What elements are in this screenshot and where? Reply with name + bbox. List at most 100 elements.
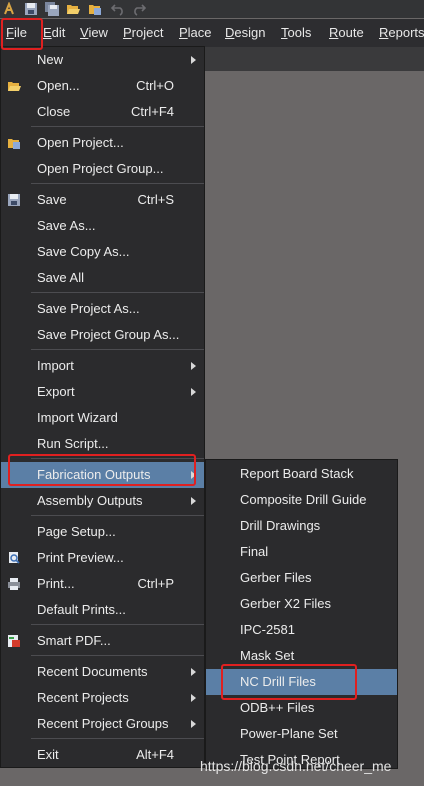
shortcut-label: Ctrl+P xyxy=(137,576,174,591)
save-icon xyxy=(8,194,20,206)
shortcut-label: Ctrl+F4 xyxy=(131,104,174,119)
file-menu: New Open... Ctrl+O Close Ctrl+F4 Open Pr… xyxy=(0,46,205,768)
submenu-item-composite-drill-guide[interactable]: Composite Drill Guide xyxy=(206,487,397,513)
menu-separator xyxy=(31,349,204,350)
open-folder-icon[interactable] xyxy=(66,2,80,16)
menu-item-recent-documents[interactable]: Recent Documents xyxy=(1,659,204,685)
menu-item-open[interactable]: Open... Ctrl+O xyxy=(1,73,204,99)
menu-item-import-wizard[interactable]: Import Wizard xyxy=(1,405,204,431)
menu-item-label: Export xyxy=(37,384,75,399)
menu-separator xyxy=(31,655,204,656)
menu-item-label: Assembly Outputs xyxy=(37,493,143,508)
submenu-item-label: Report Board Stack xyxy=(240,466,354,481)
watermark-text: https://blog.csdn.net/cheer_me xyxy=(200,758,392,774)
menu-place[interactable]: Place xyxy=(179,19,212,47)
menu-item-import[interactable]: Import xyxy=(1,353,204,379)
menu-tools[interactable]: Tools xyxy=(281,19,311,47)
open-project-icon xyxy=(8,139,20,149)
submenu-arrow-icon xyxy=(191,362,196,370)
submenu-item-gerber-files[interactable]: Gerber Files xyxy=(206,565,397,591)
menu-item-label: Import Wizard xyxy=(37,410,118,425)
smart-pdf-icon xyxy=(8,635,20,647)
menu-item-label: Print... xyxy=(37,576,75,591)
submenu-item-label: Power-Plane Set xyxy=(240,726,338,741)
submenu-item-label: Gerber Files xyxy=(240,570,312,585)
menu-item-label: Print Preview... xyxy=(37,550,124,565)
menu-item-label: Save xyxy=(37,192,67,207)
menu-separator xyxy=(31,738,204,739)
submenu-item-label: Gerber X2 Files xyxy=(240,596,332,611)
menu-edit[interactable]: Edit xyxy=(43,19,65,47)
submenu-item-gerber-x2-files[interactable]: Gerber X2 Files xyxy=(206,591,397,617)
submenu-arrow-icon xyxy=(191,668,196,676)
submenu-arrow-icon xyxy=(191,497,196,505)
save-icon[interactable] xyxy=(24,2,38,16)
menu-item-close[interactable]: Close Ctrl+F4 xyxy=(1,99,204,125)
undo-icon[interactable] xyxy=(111,2,125,16)
menu-item-save-all[interactable]: Save All xyxy=(1,265,204,291)
menu-item-label: Open Project... xyxy=(37,135,124,150)
menu-item-save-as[interactable]: Save As... xyxy=(1,213,204,239)
menu-item-label: Save All xyxy=(37,270,84,285)
menu-route[interactable]: Route xyxy=(329,19,364,47)
menu-item-label: New xyxy=(37,52,64,67)
menu-item-export[interactable]: Export xyxy=(1,379,204,405)
menu-item-open-project-group[interactable]: Open Project Group... xyxy=(1,156,204,182)
menu-reports[interactable]: Reports xyxy=(379,19,424,47)
menu-item-label: Save Copy As... xyxy=(37,244,130,259)
fabrication-outputs-submenu: Report Board Stack Composite Drill Guide… xyxy=(205,459,398,769)
annotation-box-file xyxy=(1,18,43,50)
menu-item-smart-pdf[interactable]: Smart PDF... xyxy=(1,628,204,654)
menu-item-label: Default Prints... xyxy=(37,602,126,617)
save-all-icon[interactable] xyxy=(45,2,59,16)
menu-design[interactable]: Design xyxy=(225,19,265,47)
open-project-icon[interactable] xyxy=(88,2,102,16)
menu-item-print[interactable]: Print... Ctrl+P xyxy=(1,571,204,597)
app-logo-icon xyxy=(4,2,14,15)
submenu-item-report-board-stack[interactable]: Report Board Stack xyxy=(206,461,397,487)
menu-view[interactable]: View xyxy=(80,19,108,47)
menu-item-label: Save Project As... xyxy=(37,301,140,316)
menu-item-open-project[interactable]: Open Project... xyxy=(1,130,204,156)
submenu-item-drill-drawings[interactable]: Drill Drawings xyxy=(206,513,397,539)
submenu-arrow-icon xyxy=(191,388,196,396)
menu-separator xyxy=(31,624,204,625)
menu-item-recent-projects[interactable]: Recent Projects xyxy=(1,685,204,711)
menu-item-print-preview[interactable]: Print Preview... xyxy=(1,545,204,571)
submenu-item-final[interactable]: Final xyxy=(206,539,397,565)
menu-bar: File Edit View Project Place Design Tool… xyxy=(0,19,424,47)
submenu-item-ipc-2581[interactable]: IPC-2581 xyxy=(206,617,397,643)
shortcut-label: Alt+F4 xyxy=(136,747,174,762)
menu-item-save[interactable]: Save Ctrl+S xyxy=(1,187,204,213)
printer-icon xyxy=(8,578,20,590)
annotation-box-fabrication-outputs xyxy=(8,454,196,486)
menu-item-label: Open... xyxy=(37,78,80,93)
shortcut-label: Ctrl+O xyxy=(136,78,174,93)
document-tab-strip xyxy=(200,47,424,71)
print-preview-icon xyxy=(9,552,20,564)
menu-item-save-copy-as[interactable]: Save Copy As... xyxy=(1,239,204,265)
submenu-item-label: IPC-2581 xyxy=(240,622,295,637)
submenu-arrow-icon xyxy=(191,720,196,728)
menu-item-recent-project-groups[interactable]: Recent Project Groups xyxy=(1,711,204,737)
menu-item-save-project-as[interactable]: Save Project As... xyxy=(1,296,204,322)
shortcut-label: Ctrl+S xyxy=(137,192,174,207)
menu-separator xyxy=(31,183,204,184)
menu-item-default-prints[interactable]: Default Prints... xyxy=(1,597,204,623)
menu-separator xyxy=(31,126,204,127)
menu-item-save-project-group-as[interactable]: Save Project Group As... xyxy=(1,322,204,348)
submenu-arrow-icon xyxy=(191,694,196,702)
menu-item-label: Save As... xyxy=(37,218,96,233)
menu-item-label: Recent Documents xyxy=(37,664,148,679)
menu-project[interactable]: Project xyxy=(123,19,163,47)
submenu-item-label: Final xyxy=(240,544,269,559)
redo-icon[interactable] xyxy=(132,2,146,16)
submenu-item-label: Composite Drill Guide xyxy=(240,492,367,507)
menu-item-new[interactable]: New xyxy=(1,47,204,73)
menu-item-page-setup[interactable]: Page Setup... xyxy=(1,519,204,545)
menu-item-assembly-outputs[interactable]: Assembly Outputs xyxy=(1,488,204,514)
menu-separator xyxy=(31,292,204,293)
menu-item-label: Open Project Group... xyxy=(37,161,164,176)
menu-item-exit[interactable]: Exit Alt+F4 xyxy=(1,742,204,768)
submenu-item-power-plane-set[interactable]: Power-Plane Set xyxy=(206,721,397,747)
